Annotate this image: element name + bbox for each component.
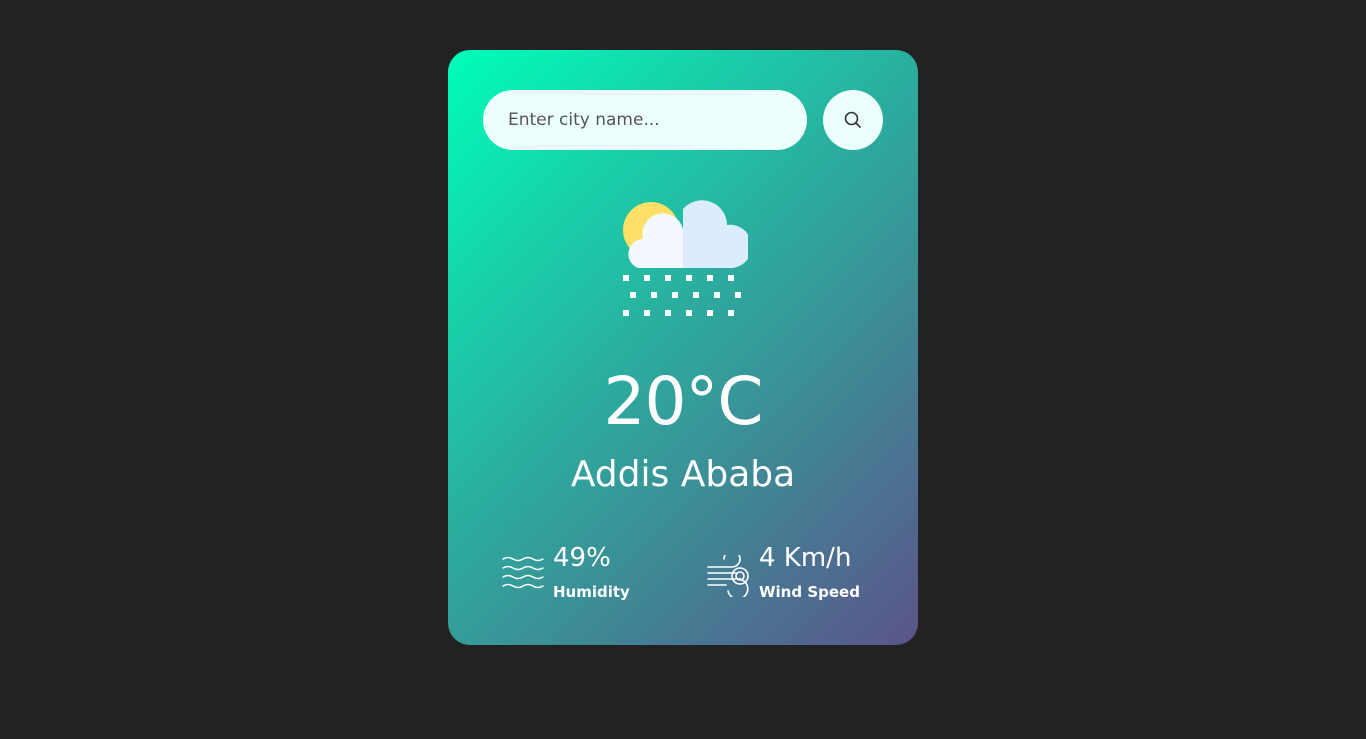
city-search-input[interactable] (483, 90, 807, 150)
city-name: Addis Ababa (570, 454, 796, 495)
humidity-waves-icon (502, 556, 544, 589)
wind-speed-value: 4 Km/h (759, 543, 852, 573)
temperature-value: 20°C (603, 363, 763, 440)
search-button[interactable] (823, 90, 883, 150)
humidity-value: 49% (553, 543, 611, 573)
humidity-label: Humidity (553, 583, 630, 601)
wind-speed-label: Wind Speed (759, 583, 860, 601)
search-bar (483, 90, 883, 150)
snow-cloud-sun-icon (623, 200, 748, 316)
weather-card: 20°C Addis Ababa 49% Humidity 4 Km/h (448, 50, 918, 645)
wind-icon (707, 555, 749, 597)
search-icon (844, 111, 861, 128)
